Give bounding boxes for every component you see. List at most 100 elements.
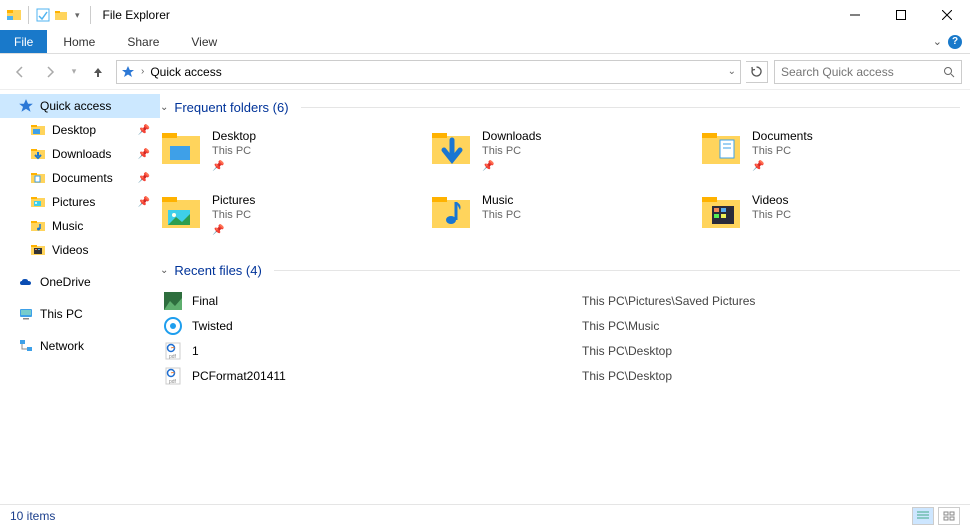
recent-files-header[interactable]: ⌄ Recent files (4) xyxy=(160,259,960,286)
recent-file-row[interactable]: pdf 1 This PC\Desktop xyxy=(160,338,960,363)
sidebar-item-pictures[interactable]: Pictures 📌 xyxy=(0,190,160,214)
recent-files-title: Recent files (4) xyxy=(174,263,261,278)
recent-file-name: Twisted xyxy=(192,319,572,333)
folder-item[interactable]: Desktop This PC 📌 xyxy=(160,127,420,183)
pin-icon: 📌 xyxy=(138,173,150,184)
pin-icon: 📌 xyxy=(138,149,150,160)
recent-file-row[interactable]: Twisted This PC\Music xyxy=(160,313,960,338)
folder-location: This PC xyxy=(482,209,521,221)
pin-icon: 📌 xyxy=(212,161,256,172)
file-type-icon xyxy=(164,292,182,310)
window-title: File Explorer xyxy=(103,8,170,22)
ribbon-tab-share[interactable]: Share xyxy=(111,30,175,53)
music-icon xyxy=(30,218,46,234)
sidebar-item-network[interactable]: Network xyxy=(0,334,160,358)
recent-file-row[interactable]: FinalThis PC\Pictures\Saved Pictures xyxy=(160,288,960,313)
nav-back-button[interactable] xyxy=(8,60,32,84)
help-icon[interactable]: ? xyxy=(948,35,962,49)
music-large-icon xyxy=(430,191,472,233)
status-item-count: 10 items xyxy=(10,509,55,523)
folder-item[interactable]: PicturesThis PC📌 xyxy=(160,191,420,247)
pin-icon: 📌 xyxy=(752,161,813,172)
refresh-button[interactable] xyxy=(746,61,768,83)
minimize-button[interactable] xyxy=(832,0,878,30)
sidebar-item-downloads[interactable]: Downloads📌 xyxy=(0,142,160,166)
sidebar-item-onedrive[interactable]: OneDrive xyxy=(0,270,160,294)
thispc-icon xyxy=(18,306,34,322)
recent-file-path: This PC\Music xyxy=(582,319,659,333)
folder-location: This PC xyxy=(482,145,541,157)
sidebar-item-label: Network xyxy=(40,339,84,353)
frequent-folders-header[interactable]: ⌄ Frequent folders (6) xyxy=(160,96,960,123)
svg-text:pdf: pdf xyxy=(169,379,177,385)
content-pane: ⌄ Frequent folders (6) DesktopThis PC📌Do… xyxy=(160,90,970,506)
qat-properties-icon[interactable] xyxy=(35,7,51,23)
folder-name: Downloads xyxy=(482,129,541,143)
breadcrumb-chevron-icon[interactable]: › xyxy=(141,66,144,77)
folder-item[interactable]: Documents This PC 📌 xyxy=(700,127,960,183)
view-details-button[interactable] xyxy=(912,507,934,525)
navigation-pane: Quick access Desktop📌Downloads📌Documents📌… xyxy=(0,90,160,506)
search-icon[interactable] xyxy=(943,66,955,78)
maximize-button[interactable] xyxy=(878,0,924,30)
close-button[interactable] xyxy=(924,0,970,30)
ribbon-tab-view[interactable]: View xyxy=(175,30,233,53)
svg-text:pdf: pdf xyxy=(169,354,177,360)
sidebar-item-label: Quick access xyxy=(40,99,111,113)
qat-newfolder-icon[interactable] xyxy=(53,7,69,23)
sidebar-item-label: Pictures xyxy=(52,195,95,209)
collapse-icon[interactable]: ⌄ xyxy=(160,265,168,276)
sidebar-item-label: Videos xyxy=(52,243,88,257)
recent-file-row[interactable]: pdfPCFormat201411This PC\Desktop xyxy=(160,363,960,388)
sidebar-item-videos[interactable]: Videos xyxy=(0,238,160,262)
network-icon xyxy=(18,338,34,354)
folder-item[interactable]: VideosThis PC xyxy=(700,191,960,247)
collapse-icon[interactable]: ⌄ xyxy=(160,102,168,113)
recent-file-path: This PC\Desktop xyxy=(582,369,672,383)
recent-file-path: This PC\Pictures\Saved Pictures xyxy=(582,294,755,308)
quick-access-star-icon xyxy=(121,65,135,79)
recent-files-list: FinalThis PC\Pictures\Saved PicturesTwis… xyxy=(160,286,960,388)
ribbon-tabs: File Home Share View ⌄ ? xyxy=(0,30,970,54)
downloads-icon xyxy=(30,146,46,162)
nav-recent-dropdown[interactable]: ▾ xyxy=(68,60,80,84)
sidebar-item-quick-access[interactable]: Quick access xyxy=(0,94,160,118)
qat-dropdown-icon[interactable]: ▾ xyxy=(71,10,84,21)
folder-location: This PC xyxy=(212,145,256,157)
ribbon-expand-icon[interactable]: ⌄ xyxy=(933,35,942,48)
address-bar[interactable]: › Quick access ⌄ xyxy=(116,60,741,84)
folder-item[interactable]: DownloadsThis PC📌 xyxy=(430,127,690,183)
folder-name: Videos xyxy=(752,193,791,207)
folder-name: Music xyxy=(482,193,521,207)
pin-icon: 📌 xyxy=(138,197,150,208)
videos-icon xyxy=(30,242,46,258)
onedrive-icon xyxy=(18,274,34,290)
folder-name: Desktop xyxy=(212,129,256,143)
ribbon-tab-file[interactable]: File xyxy=(0,30,47,53)
title-bar: ▾ File Explorer xyxy=(0,0,970,30)
file-type-icon: pdf xyxy=(164,367,182,385)
search-input[interactable] xyxy=(781,65,943,79)
recent-file-path: This PC\Desktop xyxy=(582,344,672,358)
documents-large-icon xyxy=(700,127,742,169)
nav-forward-button[interactable] xyxy=(38,60,62,84)
sidebar-item-desktop[interactable]: Desktop📌 xyxy=(0,118,160,142)
address-dropdown-icon[interactable]: ⌄ xyxy=(728,66,736,77)
folder-name: Documents xyxy=(752,129,813,143)
view-large-icons-button[interactable] xyxy=(938,507,960,525)
folder-item[interactable]: Music This PC xyxy=(430,191,690,247)
ribbon-tab-home[interactable]: Home xyxy=(47,30,111,53)
sidebar-item-documents[interactable]: Documents📌 xyxy=(0,166,160,190)
star-icon xyxy=(18,98,34,114)
sidebar-item-this-pc[interactable]: This PC xyxy=(0,302,160,326)
desktop-icon xyxy=(30,122,46,138)
nav-up-button[interactable] xyxy=(86,60,110,84)
pictures-icon xyxy=(30,194,46,210)
search-box[interactable] xyxy=(774,60,962,84)
app-icon xyxy=(6,7,22,23)
navigation-bar: ▾ › Quick access ⌄ xyxy=(0,54,970,90)
recent-file-name: 1 xyxy=(192,344,572,358)
downloads-large-icon xyxy=(430,127,472,169)
folder-location: This PC xyxy=(752,145,813,157)
sidebar-item-music[interactable]: Music xyxy=(0,214,160,238)
